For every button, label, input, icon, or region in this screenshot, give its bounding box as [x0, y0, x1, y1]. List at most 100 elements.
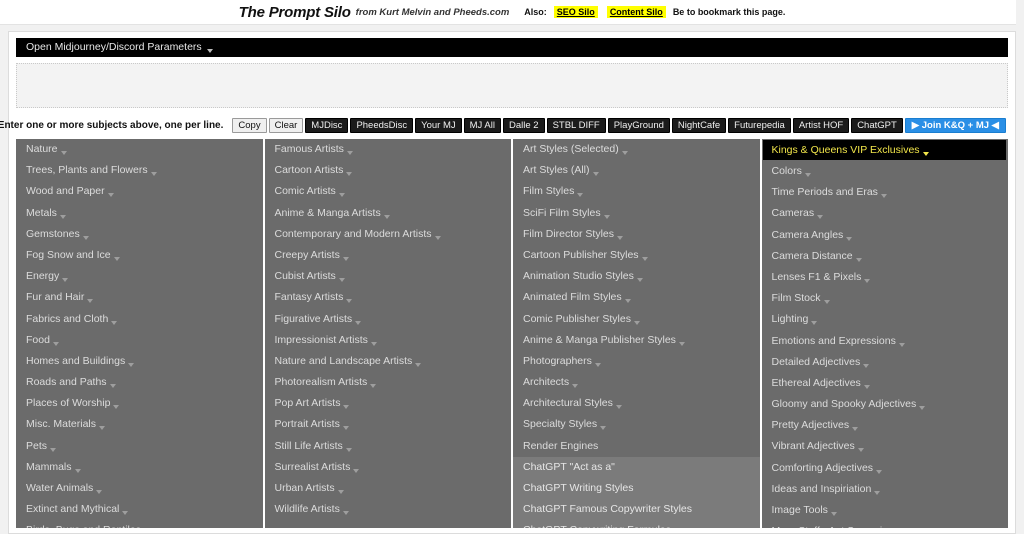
category-item[interactable]: Fabrics and Cloth	[16, 309, 263, 330]
category-item-label: Specialty Styles	[523, 418, 598, 431]
category-item[interactable]: Photorealism Artists	[265, 372, 512, 393]
category-item[interactable]: Mammals	[16, 457, 263, 478]
category-item[interactable]: Pets	[16, 436, 263, 457]
category-item[interactable]: Metals	[16, 203, 263, 224]
category-item[interactable]: Homes and Buildings	[16, 351, 263, 372]
category-item[interactable]: Detailed Adjectives	[762, 352, 1009, 373]
toolbar-button[interactable]: MJ All	[463, 118, 501, 133]
category-item[interactable]: Energy	[16, 266, 263, 287]
category-item[interactable]: Birds, Bugs and Reptiles	[16, 520, 263, 528]
category-item[interactable]: Food	[16, 330, 263, 351]
category-item[interactable]: ChatGPT Copywriting Formulas	[513, 520, 760, 528]
category-item[interactable]: Lenses F1 & Pixels	[762, 267, 1009, 288]
category-item[interactable]: Photographers	[513, 351, 760, 372]
category-item[interactable]: Cartoon Publisher Styles	[513, 245, 760, 266]
toolbar-button[interactable]: ChatGPT	[851, 118, 903, 133]
category-item[interactable]: Emotions and Expressions	[762, 331, 1009, 352]
category-item[interactable]: Cartoon Artists	[265, 160, 512, 181]
category-item[interactable]: Still Life Artists	[265, 436, 512, 457]
toolbar-button[interactable]: Copy	[232, 118, 267, 133]
category-item[interactable]: Water Animals	[16, 478, 263, 499]
category-item[interactable]: Figurative Artists	[265, 309, 512, 330]
category-item[interactable]: Comforting Adjectives	[762, 458, 1009, 479]
category-item[interactable]: Render Engines	[513, 436, 760, 457]
category-item[interactable]: Camera Distance	[762, 246, 1009, 267]
category-item[interactable]: SciFi Film Styles	[513, 203, 760, 224]
category-item[interactable]: Wildlife Artists	[265, 499, 512, 520]
category-item[interactable]: Pretty Adjectives	[762, 415, 1009, 436]
category-item[interactable]: Cameras	[762, 203, 1009, 224]
category-item[interactable]: ChatGPT Famous Copywriter Styles	[513, 499, 760, 521]
category-item[interactable]: Gloomy and Spooky Adjectives	[762, 394, 1009, 415]
open-midjourney-parameters-bar[interactable]: Open Midjourney/Discord Parameters	[16, 38, 1008, 57]
toolbar-button[interactable]: PlayGround	[607, 118, 670, 133]
toolbar-button[interactable]: Dalle 2	[502, 118, 545, 133]
category-item[interactable]: Fog Snow and Ice	[16, 245, 263, 266]
toolbar-button[interactable]: Your MJ	[415, 118, 462, 133]
category-item[interactable]: Lighting	[762, 309, 1009, 330]
toolbar-button[interactable]: STBL DIFF	[546, 118, 606, 133]
category-item[interactable]: Animation Studio Styles	[513, 266, 760, 287]
category-item[interactable]: Creepy Artists	[265, 245, 512, 266]
category-item[interactable]: Film Styles	[513, 181, 760, 202]
chevron-down-icon	[113, 405, 120, 410]
category-item[interactable]: Surrealist Artists	[265, 457, 512, 478]
toolbar-button[interactable]: Artist HOF	[792, 118, 850, 133]
category-item[interactable]: Wood and Paper	[16, 181, 263, 202]
category-item[interactable]: Image Tools	[762, 500, 1009, 521]
category-item[interactable]: Ideas and Inspiriation	[762, 479, 1009, 500]
category-item[interactable]: Places of Worship	[16, 393, 263, 414]
category-item[interactable]: Camera Angles	[762, 225, 1009, 246]
category-item[interactable]: Architectural Styles	[513, 393, 760, 414]
toolbar-button[interactable]: Futurepedia	[728, 118, 791, 133]
category-item[interactable]: Comic Artists	[265, 181, 512, 202]
category-item[interactable]: Vibrant Adjectives	[762, 436, 1009, 457]
category-item[interactable]: Animated Film Styles	[513, 287, 760, 308]
category-item[interactable]: Time Periods and Eras	[762, 182, 1009, 203]
category-item[interactable]: ChatGPT Writing Styles	[513, 478, 760, 500]
seo-silo-link[interactable]: SEO Silo	[553, 6, 598, 18]
category-item[interactable]: Pop Art Artists	[265, 393, 512, 414]
category-item[interactable]: Fantasy Artists	[265, 287, 512, 308]
category-item[interactable]: Cubist Artists	[265, 266, 512, 287]
category-item[interactable]: Impressionist Artists	[265, 330, 512, 351]
category-item[interactable]: Gemstones	[16, 224, 263, 245]
category-item[interactable]: ChatGPT "Act as a"	[513, 456, 760, 478]
category-item[interactable]: Trees, Plants and Flowers	[16, 160, 263, 181]
category-item[interactable]: Roads and Paths	[16, 372, 263, 393]
chevron-down-icon	[87, 299, 94, 304]
toolbar-button[interactable]: Clear	[268, 118, 304, 133]
category-item[interactable]: Anime & Manga Publisher Styles	[513, 330, 760, 351]
toolbar-button[interactable]: NightCafe	[671, 118, 727, 133]
subjects-input[interactable]	[16, 63, 1008, 108]
category-item[interactable]: Misc. Materials	[16, 414, 263, 435]
category-item[interactable]: Specialty Styles	[513, 414, 760, 435]
category-item[interactable]: Extinct and Mythical	[16, 499, 263, 520]
category-item[interactable]: Urban Artists	[265, 478, 512, 499]
page-scrollbar[interactable]	[1016, 0, 1024, 534]
category-item[interactable]: Colors	[762, 161, 1009, 182]
category-item[interactable]: Ethereal Adjectives	[762, 373, 1009, 394]
content-silo-link[interactable]: Content Silo	[606, 6, 666, 18]
toolbar-button[interactable]: PheedsDisc	[350, 118, 414, 133]
chevron-down-icon	[874, 490, 881, 495]
category-item[interactable]: Famous Artists	[265, 139, 512, 160]
category-item[interactable]: Fur and Hair	[16, 287, 263, 308]
category-item[interactable]: Anime & Manga Artists	[265, 203, 512, 224]
category-item[interactable]: Portrait Artists	[265, 414, 512, 435]
category-item[interactable]: Comic Publisher Styles	[513, 309, 760, 330]
toolbar-button[interactable]: MJDisc	[305, 118, 349, 133]
category-item[interactable]: Art Styles (Selected)	[513, 139, 760, 160]
category-item[interactable]: Film Stock	[762, 288, 1009, 309]
category-item[interactable]: Nature and Landscape Artists	[265, 351, 512, 372]
category-item[interactable]: Architects	[513, 372, 760, 393]
category-item[interactable]: Kings & Queens VIP Exclusives	[762, 140, 1006, 160]
chevron-down-icon	[594, 362, 601, 367]
category-item[interactable]: Contemporary and Modern Artists	[265, 224, 512, 245]
category-item[interactable]: Film Director Styles	[513, 224, 760, 245]
toolbar-button[interactable]: ▶ Join K&Q + MJ ◀	[904, 118, 1006, 133]
category-item[interactable]: Art Styles (All)	[513, 160, 760, 181]
category-item[interactable]: More Stuff - Ant Surveying	[762, 521, 1009, 528]
category-item[interactable]: Nature	[16, 139, 263, 160]
chevron-down-icon	[338, 193, 345, 198]
